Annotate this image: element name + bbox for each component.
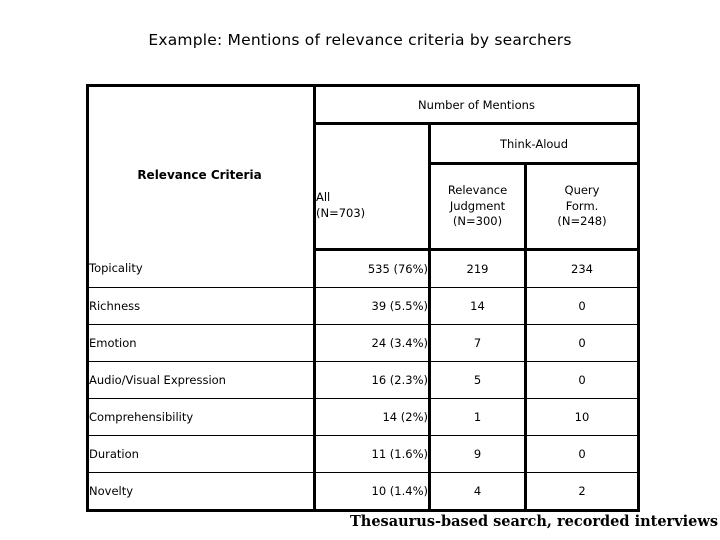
cell-query-form: 234 xyxy=(524,249,639,288)
cell-all: 16 (2.3%) xyxy=(313,361,430,399)
table-row: Richness 39 (5.5%) 14 0 xyxy=(87,287,639,325)
cell-relevance-judgment: 9 xyxy=(428,435,526,473)
cell-criteria: Emotion xyxy=(87,324,315,362)
cell-criteria: Audio/Visual Expression xyxy=(87,361,315,399)
cell-criteria: Duration xyxy=(87,435,315,473)
cell-all: 535 (76%) xyxy=(313,249,430,288)
table-row: Emotion 24 (3.4%) 7 0 xyxy=(87,324,639,362)
header-column-all: All (N=703) xyxy=(313,163,430,251)
mentions-table-container: Number of Mentions Think-Aloud All (N=70… xyxy=(86,84,640,512)
table-body: Topicality 535 (76%) 219 234 Richness 39 (5.5… xyxy=(87,249,639,511)
cell-relevance-judgment: 4 xyxy=(428,472,526,511)
cell-query-form: 10 xyxy=(524,398,639,436)
header-think-aloud: Think-Aloud xyxy=(428,123,639,165)
table-row: Comprehensibility 14 (2%) 1 10 xyxy=(87,398,639,436)
cell-relevance-judgment: 1 xyxy=(428,398,526,436)
cell-query-form: 0 xyxy=(524,324,639,362)
header-qf-line1: Query xyxy=(564,183,600,198)
mentions-table: Number of Mentions Think-Aloud All (N=70… xyxy=(86,84,640,512)
cell-relevance-judgment: 219 xyxy=(428,249,526,288)
cell-all: 39 (5.5%) xyxy=(313,287,430,325)
cell-all: 14 (2%) xyxy=(313,398,430,436)
footer-note: Thesaurus-based search, recorded intervi… xyxy=(350,513,718,530)
cell-criteria: Richness xyxy=(87,287,315,325)
header-spacer-all-cell xyxy=(313,123,430,164)
table-row: Novelty 10 (1.4%) 4 2 xyxy=(87,472,639,511)
table-row: Audio/Visual Expression 16 (2.3%) 5 0 xyxy=(87,361,639,399)
header-column-query-form: Query Form. (N=248) xyxy=(524,163,639,251)
cell-query-form: 0 xyxy=(524,287,639,325)
header-row-group: Number of Mentions xyxy=(87,85,639,250)
header-qf-line2: Form. xyxy=(565,198,599,213)
header-column-all-n: (N=703) xyxy=(316,205,366,220)
cell-query-form: 0 xyxy=(524,435,639,473)
cell-all: 24 (3.4%) xyxy=(313,324,430,362)
cell-criteria: Topicality xyxy=(87,249,315,288)
cell-relevance-judgment: 7 xyxy=(428,324,526,362)
table-row: Duration 11 (1.6%) 9 0 xyxy=(87,435,639,473)
page-title: Example: Mentions of relevance criteria … xyxy=(148,31,572,49)
cell-relevance-judgment: 5 xyxy=(428,361,526,399)
cell-criteria: Comprehensibility xyxy=(87,398,315,436)
header-column-all-label: All xyxy=(316,190,331,205)
cell-all: 10 (1.4%) xyxy=(313,472,430,511)
table-row: Topicality 535 (76%) 219 234 xyxy=(87,249,639,288)
header-rj-n: (N=300) xyxy=(452,214,503,229)
header-column-relevance-judgment: Relevance Judgment (N=300) xyxy=(428,163,526,251)
cell-criteria: Novelty xyxy=(87,472,315,511)
header-number-of-mentions: Number of Mentions xyxy=(313,85,639,125)
slide: Example: Mentions of relevance criteria … xyxy=(0,0,720,540)
header-column-relevance-criteria: Relevance Criteria xyxy=(137,168,262,182)
cell-query-form: 0 xyxy=(524,361,639,399)
cell-all: 11 (1.6%) xyxy=(313,435,430,473)
header-rj-line2: Judgment xyxy=(449,198,506,213)
header-rj-line1: Relevance xyxy=(447,183,508,198)
header-qf-n: (N=248) xyxy=(557,214,607,229)
cell-relevance-judgment: 14 xyxy=(428,287,526,325)
cell-query-form: 2 xyxy=(524,472,639,511)
